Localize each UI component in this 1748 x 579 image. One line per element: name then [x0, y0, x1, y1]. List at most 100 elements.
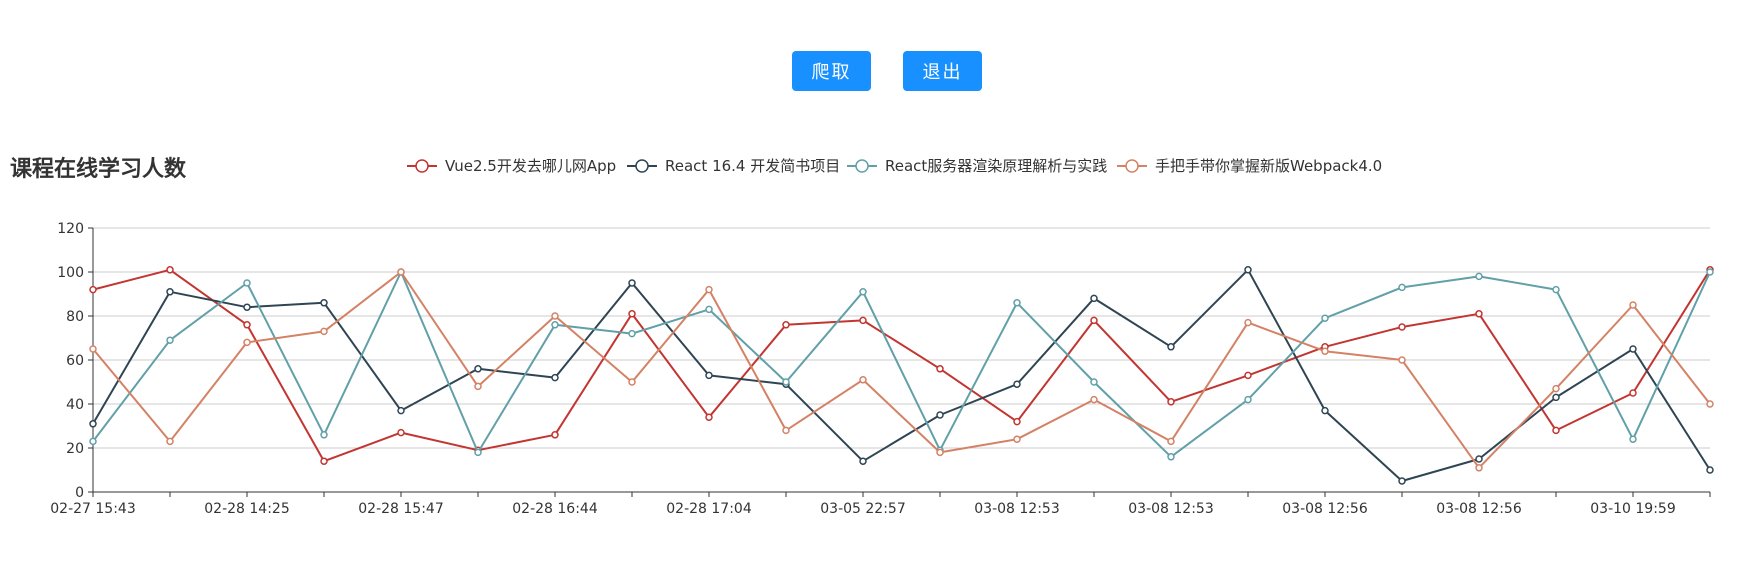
data-point[interactable]: [1167, 437, 1175, 446]
data-point[interactable]: [628, 310, 636, 318]
data-point[interactable]: [1629, 435, 1637, 443]
data-point[interactable]: [859, 457, 867, 465]
data-point[interactable]: [1167, 453, 1175, 461]
data-point[interactable]: [1321, 314, 1329, 322]
data-point[interactable]: [705, 305, 713, 314]
data-point[interactable]: [320, 457, 328, 465]
data-point[interactable]: [936, 448, 944, 457]
legend-label: React 16.4 开发简书项目: [665, 157, 840, 175]
data-point[interactable]: [397, 428, 405, 437]
series-1: [89, 266, 1714, 485]
data-point[interactable]: [782, 378, 790, 386]
data-point[interactable]: [551, 312, 559, 320]
data-point[interactable]: [1013, 435, 1021, 443]
data-point[interactable]: [1090, 294, 1098, 303]
data-point[interactable]: [1706, 466, 1714, 474]
data-point[interactable]: [859, 376, 867, 384]
data-point[interactable]: [474, 365, 482, 373]
data-point[interactable]: [397, 406, 405, 415]
data-point[interactable]: [1013, 417, 1021, 426]
data-point[interactable]: [1706, 400, 1714, 408]
data-point[interactable]: [89, 437, 97, 446]
data-point[interactable]: [1552, 426, 1560, 435]
data-point[interactable]: [782, 426, 790, 435]
series-line: [92, 268, 1711, 463]
data-point[interactable]: [1398, 283, 1406, 292]
data-point[interactable]: [1629, 301, 1637, 309]
y-tick-label: 0: [75, 485, 84, 501]
data-point[interactable]: [1167, 343, 1175, 351]
data-point[interactable]: [628, 279, 636, 287]
data-point[interactable]: [397, 268, 405, 276]
data-point[interactable]: [705, 371, 713, 380]
series-line: [92, 271, 1711, 458]
data-point[interactable]: [1013, 380, 1021, 388]
data-point[interactable]: [1475, 455, 1483, 463]
legend-item-2[interactable]: React服务器渲染原理解析与实践: [847, 157, 1107, 175]
chart-series: [89, 266, 1714, 485]
series-line: [92, 268, 1711, 482]
data-point[interactable]: [166, 437, 174, 446]
data-point[interactable]: [1475, 310, 1483, 318]
data-point[interactable]: [551, 373, 559, 382]
data-point[interactable]: [89, 285, 97, 294]
data-point[interactable]: [1398, 356, 1406, 364]
data-point[interactable]: [243, 303, 251, 311]
data-point[interactable]: [1167, 398, 1175, 406]
y-tick-label: 40: [66, 397, 84, 413]
legend-label: React服务器渲染原理解析与实践: [885, 157, 1107, 175]
data-point[interactable]: [705, 413, 713, 421]
data-point[interactable]: [551, 321, 559, 329]
data-point[interactable]: [551, 431, 559, 439]
data-point[interactable]: [628, 329, 636, 338]
data-point[interactable]: [89, 345, 97, 353]
data-point[interactable]: [1244, 395, 1252, 404]
data-point[interactable]: [1321, 347, 1329, 355]
data-point[interactable]: [474, 448, 482, 457]
legend-item-0[interactable]: Vue2.5开发去哪儿网App: [407, 157, 616, 175]
data-point[interactable]: [89, 420, 97, 428]
data-point[interactable]: [1090, 316, 1098, 325]
data-point[interactable]: [1321, 406, 1329, 415]
data-point[interactable]: [859, 288, 867, 296]
data-point[interactable]: [1398, 323, 1406, 331]
data-point[interactable]: [1629, 389, 1637, 397]
data-point[interactable]: [936, 411, 944, 419]
data-point[interactable]: [1090, 395, 1098, 404]
data-point[interactable]: [166, 266, 174, 274]
data-point[interactable]: [1552, 285, 1560, 294]
data-point[interactable]: [320, 327, 328, 336]
data-point[interactable]: [1706, 268, 1714, 276]
y-tick-label: 100: [57, 265, 84, 281]
data-point[interactable]: [1475, 464, 1483, 472]
data-point[interactable]: [1552, 384, 1560, 393]
data-point[interactable]: [1244, 266, 1252, 274]
data-point[interactable]: [166, 336, 174, 344]
x-tick-label: 03-05 22:57: [820, 501, 905, 517]
data-point[interactable]: [320, 299, 328, 307]
data-point[interactable]: [243, 338, 251, 347]
y-tick-label: 80: [66, 309, 84, 325]
data-point[interactable]: [705, 285, 713, 294]
data-point[interactable]: [1090, 378, 1098, 386]
data-point[interactable]: [1244, 371, 1252, 380]
data-point[interactable]: [1552, 393, 1560, 402]
data-point[interactable]: [936, 365, 944, 373]
legend-item-1[interactable]: React 16.4 开发简书项目: [627, 157, 840, 175]
data-point[interactable]: [1398, 477, 1406, 485]
data-point[interactable]: [1244, 318, 1252, 327]
data-point[interactable]: [1013, 299, 1021, 307]
data-point[interactable]: [628, 378, 636, 386]
data-point[interactable]: [859, 316, 867, 325]
data-point[interactable]: [243, 279, 251, 287]
legend-label: 手把手带你掌握新版Webpack4.0: [1155, 157, 1382, 175]
data-point[interactable]: [320, 431, 328, 439]
chart-title: 课程在线学习人数: [10, 156, 187, 182]
legend-item-3[interactable]: 手把手带你掌握新版Webpack4.0: [1117, 157, 1382, 175]
data-point[interactable]: [474, 382, 482, 391]
data-point[interactable]: [782, 321, 790, 329]
data-point[interactable]: [1475, 272, 1483, 281]
data-point[interactable]: [166, 288, 174, 296]
data-point[interactable]: [243, 321, 251, 329]
data-point[interactable]: [1629, 345, 1637, 353]
